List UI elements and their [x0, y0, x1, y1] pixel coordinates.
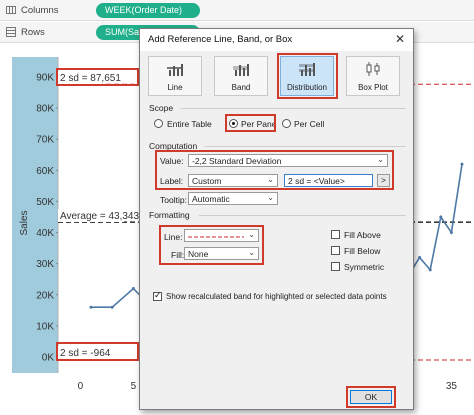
scope-entire-table-radio[interactable] — [154, 119, 163, 128]
reference-line-dialog: Add Reference Line, Band, or Box ✕ Line … — [139, 28, 414, 410]
columns-pill[interactable]: WEEK(Order Date) — [96, 3, 200, 18]
type-distribution-button[interactable]: Distribution — [280, 56, 334, 96]
data-point — [428, 268, 432, 272]
dashed-line-swatch-icon — [188, 236, 244, 238]
y-tick-label: 90K — [36, 73, 54, 84]
value-dropdown-text: -2,2 Standard Deviation — [192, 156, 282, 166]
recalc-label: Show recalculated band for highlighted o… — [166, 292, 387, 301]
chevron-down-icon: ⌄ — [248, 230, 255, 239]
data-point — [110, 305, 114, 309]
computation-divider — [204, 146, 406, 147]
chevron-down-icon: ⌄ — [267, 175, 274, 184]
fill-dropdown[interactable]: None ⌄ — [184, 247, 259, 260]
y-tick-label: 50K — [36, 197, 54, 208]
tooltip-dropdown-text: Automatic — [192, 194, 230, 204]
columns-shelf: Columns WEEK(Order Date) — [0, 0, 474, 21]
distribution-type-icon — [299, 63, 315, 76]
fill-below-checkbox[interactable] — [331, 246, 340, 255]
dialog-titlebar: Add Reference Line, Band, or Box ✕ — [140, 29, 413, 51]
type-band-button[interactable]: Band — [214, 56, 268, 96]
rows-icon — [6, 27, 16, 37]
insert-field-button[interactable]: > — [377, 174, 390, 187]
y-tick-label: 20K — [36, 290, 54, 301]
y-tick-label: 80K — [36, 104, 54, 115]
data-point — [449, 231, 453, 235]
chevron-down-icon: ⌄ — [248, 248, 255, 257]
scope-divider — [180, 108, 406, 109]
computation-title: Computation — [149, 141, 198, 151]
close-icon[interactable]: ✕ — [395, 32, 405, 46]
type-distribution-label: Distribution — [286, 83, 327, 92]
y-axis-title: Sales — [19, 210, 30, 235]
label-dropdown[interactable]: Custom ⌄ — [188, 174, 278, 187]
symmetric-checkbox[interactable] — [331, 262, 340, 271]
scope-per-pane-label: Per Pane — [241, 119, 277, 129]
y-tick-label: 70K — [36, 135, 54, 146]
fill-above-checkbox[interactable] — [331, 230, 340, 239]
recalc-checkbox[interactable] — [153, 290, 162, 301]
tooltip-dropdown[interactable]: Automatic ⌄ — [188, 192, 278, 205]
label-text-input[interactable]: 2 sd = <Value> — [284, 174, 373, 187]
dialog-title: Add Reference Line, Band, or Box — [148, 34, 293, 45]
symmetric-label: Symmetric — [344, 262, 385, 272]
type-boxplot-label: Box Plot — [358, 83, 388, 92]
scope-entire-table-label: Entire Table — [167, 119, 212, 129]
label-text-value: 2 sd = <Value> — [288, 176, 345, 186]
fill-below-label: Fill Below — [344, 246, 381, 256]
tooltip-label: Tooltip: — [160, 195, 187, 205]
type-line-button[interactable]: Line — [148, 56, 202, 96]
chevron-down-icon: ⌄ — [267, 193, 274, 202]
x-tick-label: 35 — [446, 381, 458, 392]
line-label: Line: — [164, 232, 183, 242]
average-label: Average = 43,343 — [60, 211, 139, 222]
data-point — [418, 255, 422, 259]
rows-shelf-label: Rows — [21, 27, 45, 38]
type-band-label: Band — [231, 83, 251, 92]
band-type-icon — [233, 64, 249, 76]
fill-label: Fill: — [171, 250, 185, 260]
boxplot-type-icon — [366, 62, 380, 76]
data-point — [439, 215, 443, 219]
columns-shelf-label: Columns — [21, 5, 59, 16]
line-style-dropdown[interactable]: ⌄ — [184, 229, 259, 242]
data-point — [460, 162, 464, 166]
type-line-label: Line — [167, 83, 183, 92]
fill-above-label: Fill Above — [344, 230, 381, 240]
y-tick-label: 40K — [36, 228, 54, 239]
label-label: Label: — [160, 176, 184, 186]
type-boxplot-button[interactable]: Box Plot — [346, 56, 400, 96]
upper-sd-label: 2 sd = 87,651 — [60, 73, 121, 84]
formatting-title: Formatting — [149, 210, 190, 220]
y-tick-label: 30K — [36, 259, 54, 270]
ok-button[interactable]: OK — [350, 390, 392, 404]
y-tick-label: 60K — [36, 166, 54, 177]
data-point — [131, 287, 135, 291]
label-dropdown-text: Custom — [192, 176, 222, 186]
scope-per-pane-radio[interactable] — [229, 119, 238, 128]
data-point — [89, 305, 93, 309]
x-tick-label: 0 — [78, 381, 84, 392]
value-dropdown[interactable]: -2,2 Standard Deviation ⌄ — [188, 154, 388, 167]
scope-per-cell-label: Per Cell — [294, 119, 325, 129]
y-tick-label: 10K — [36, 321, 54, 332]
columns-icon — [6, 5, 16, 15]
x-tick-label: 5 — [131, 381, 137, 392]
formatting-divider — [199, 215, 406, 216]
value-label: Value: — [160, 156, 184, 166]
scope-per-cell-radio[interactable] — [282, 119, 291, 128]
chevron-down-icon: ⌄ — [377, 155, 384, 164]
y-tick-label: 0K — [42, 353, 55, 364]
fill-dropdown-text: None — [188, 249, 209, 259]
scope-title: Scope — [149, 103, 174, 113]
lower-sd-label: 2 sd = -964 — [60, 348, 111, 359]
line-type-icon — [167, 64, 183, 76]
